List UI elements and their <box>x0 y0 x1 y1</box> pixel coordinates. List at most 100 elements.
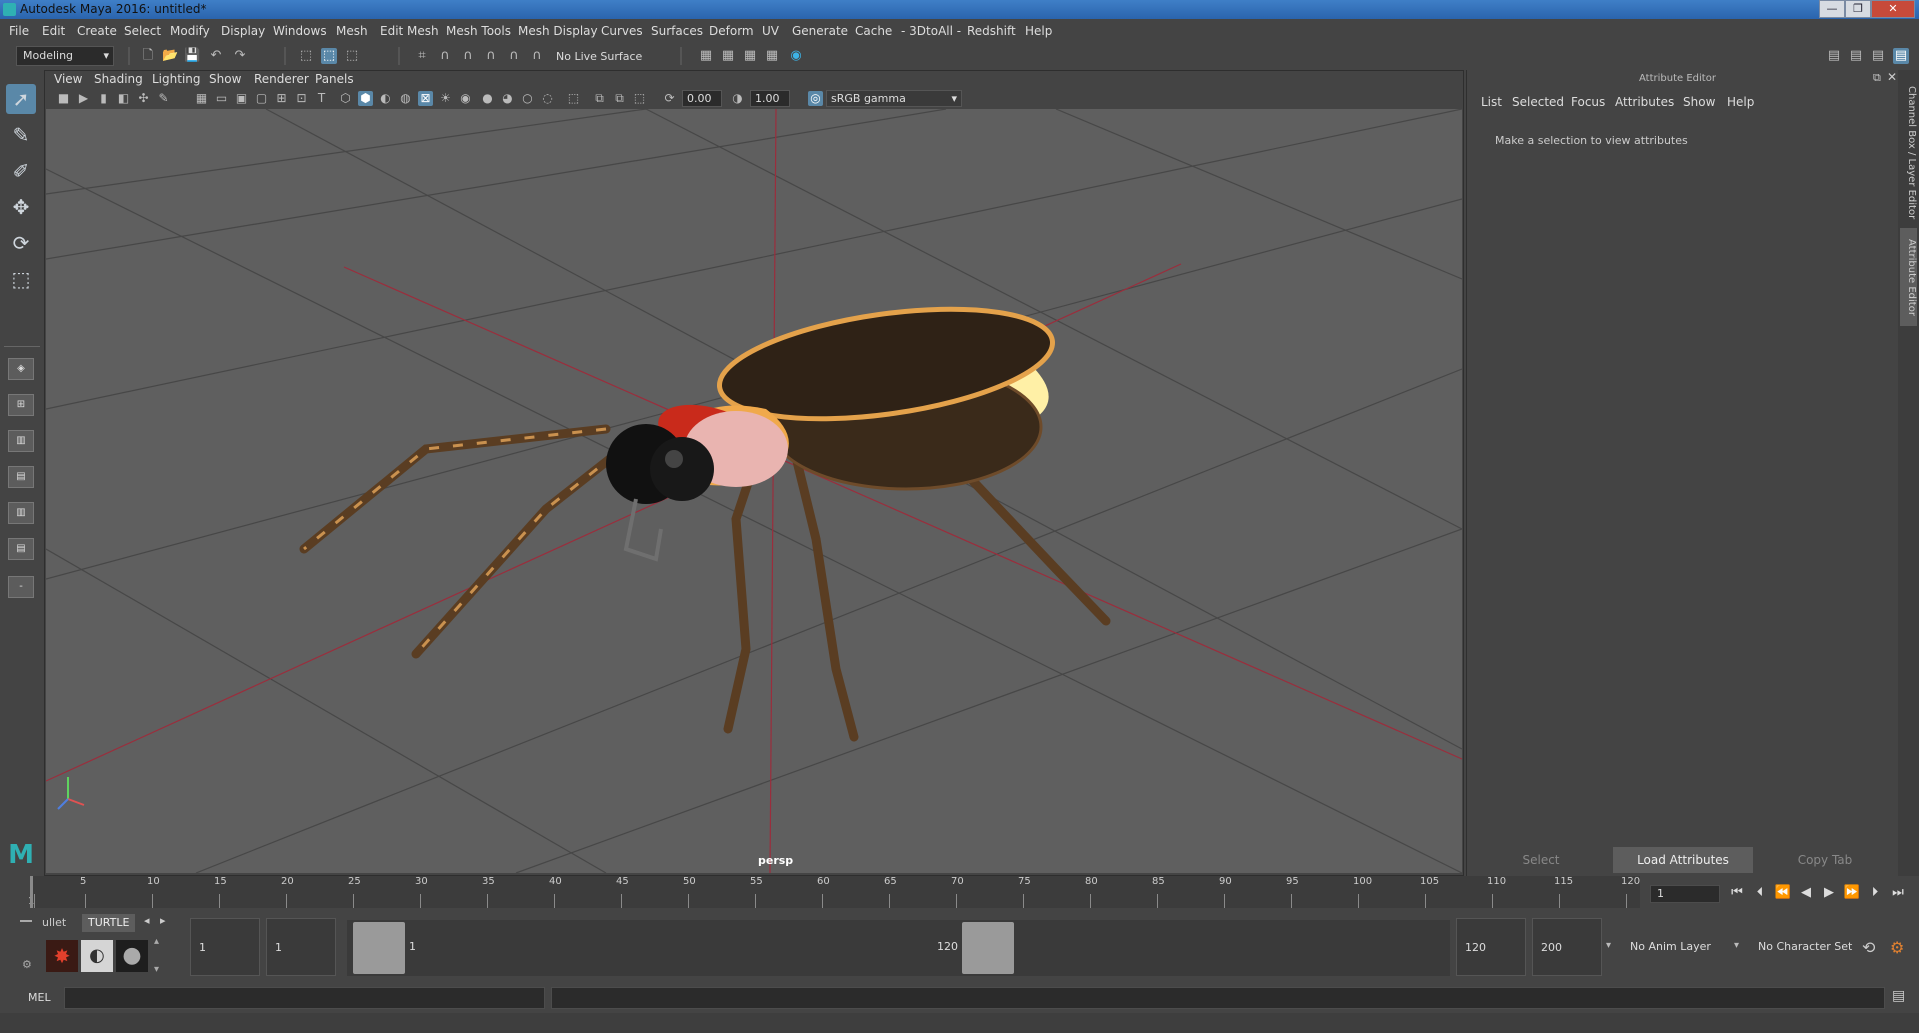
paint-select-tool-icon[interactable]: ✐ <box>6 156 36 186</box>
menu-mesh[interactable]: Mesh <box>336 24 368 38</box>
menu-mesh-tools[interactable]: Mesh Tools <box>446 24 511 38</box>
render-current-icon[interactable]: ▦ <box>720 48 736 64</box>
turtle-bake-icon[interactable]: ◐ <box>81 940 113 972</box>
ae-menu-focus[interactable]: Focus <box>1571 95 1605 109</box>
channel-box-tab[interactable]: Channel Box / Layer Editor <box>1900 78 1917 228</box>
shelf-tab-bullet[interactable]: ullet <box>36 914 73 932</box>
script-editor-icon[interactable]: ▤ <box>1892 988 1905 1004</box>
step-back-key-icon[interactable]: ⏪ <box>1774 884 1792 902</box>
anim-layer-dropdown[interactable]: No Anim Layer <box>1622 918 1720 976</box>
grease-pencil-icon[interactable]: ✎ <box>156 91 171 106</box>
menu-help[interactable]: Help <box>1025 24 1052 38</box>
play-backwards-icon[interactable]: ◀ <box>1797 884 1815 902</box>
custom-layout-icon[interactable]: - <box>8 576 34 598</box>
animation-end-field[interactable]: 200 <box>1532 918 1602 976</box>
character-set-dropdown[interactable]: No Character Set <box>1750 918 1866 976</box>
ipr-render-icon[interactable]: ▦ <box>742 48 758 64</box>
select-tool-icon[interactable]: ➚ <box>6 84 36 114</box>
range-start-handle[interactable] <box>353 922 405 974</box>
isolate-select-icon[interactable]: ◌ <box>540 91 555 106</box>
select-component-icon[interactable]: ⬚ <box>344 48 360 64</box>
menu-mesh-display[interactable]: Mesh Display <box>518 24 598 38</box>
modeling-toolkit-icon[interactable]: ▤ <box>1826 48 1842 64</box>
gamma-reset-icon[interactable]: ◑ <box>730 91 745 106</box>
ae-select-button[interactable]: Select <box>1473 847 1609 873</box>
magnet-icon[interactable]: ∩ <box>529 48 545 64</box>
3d-viewport[interactable]: persp <box>46 109 1462 873</box>
field-chart-icon[interactable]: ⊞ <box>274 91 289 106</box>
minimize-button[interactable]: — <box>1819 0 1845 18</box>
close-panel-icon[interactable]: ✕ <box>1887 70 1897 84</box>
vp-menu-lighting[interactable]: Lighting <box>152 72 201 86</box>
turtle-render-icon[interactable]: ✸ <box>46 940 78 972</box>
backface-culling-icon[interactable]: ⬚ <box>632 91 647 106</box>
shelf-down-icon[interactable]: ▾ <box>154 964 159 975</box>
depth-of-field-icon[interactable]: ○ <box>520 91 535 106</box>
persp-graph-layout-icon[interactable]: ▤ <box>8 466 34 488</box>
playback-start-field[interactable]: 1 <box>266 918 336 976</box>
channel-box-toggle-icon[interactable]: ▤ <box>1893 48 1909 64</box>
snap-curve-icon[interactable]: ∩ <box>437 48 453 64</box>
step-forward-frame-icon[interactable]: ⏵ <box>1866 884 1884 902</box>
snap-grid-icon[interactable]: ⌗ <box>414 48 430 64</box>
save-scene-icon[interactable]: 💾 <box>184 48 200 64</box>
menu-uv[interactable]: UV <box>762 24 779 38</box>
bookmark-icon[interactable]: ▮ <box>96 91 111 106</box>
undo-icon[interactable]: ↶ <box>208 48 224 64</box>
ae-menu-list[interactable]: List <box>1481 95 1502 109</box>
camera-attributes-icon[interactable]: ▶ <box>76 91 91 106</box>
menuset-dropdown[interactable]: Modeling ▾ <box>16 46 114 66</box>
go-to-end-icon[interactable]: ⏭ <box>1889 884 1907 902</box>
gate-mask-icon[interactable]: ▢ <box>254 91 269 106</box>
vp-menu-renderer[interactable]: Renderer <box>254 72 309 86</box>
screen-space-ao-icon[interactable]: ◉ <box>458 91 473 106</box>
vp-menu-show[interactable]: Show <box>209 72 241 86</box>
shelf-scroll-right-icon[interactable]: ▸ <box>160 914 166 927</box>
play-forwards-icon[interactable]: ▶ <box>1820 884 1838 902</box>
shelf-tab-turtle[interactable]: TURTLE <box>82 914 136 932</box>
menu-edit-mesh[interactable]: Edit Mesh <box>380 24 439 38</box>
menu-edit[interactable]: Edit <box>42 24 65 38</box>
menu-modify[interactable]: Modify <box>170 24 210 38</box>
redo-icon[interactable]: ↷ <box>232 48 248 64</box>
chevron-down-icon[interactable]: ▾ <box>1606 940 1611 951</box>
command-input[interactable] <box>64 987 545 1009</box>
float-panel-icon[interactable]: ⧉ <box>1873 71 1881 85</box>
menu-windows[interactable]: Windows <box>273 24 327 38</box>
range-slider-track[interactable]: 1 120 <box>347 920 1450 976</box>
single-perspective-layout-icon[interactable]: ◈ <box>8 358 34 380</box>
scale-tool-icon[interactable]: ⬚ <box>6 264 36 294</box>
xray-components-icon[interactable]: ⧉ <box>612 91 627 106</box>
playback-end-field[interactable]: 120 <box>1456 918 1526 976</box>
animation-start-field[interactable]: 1 <box>190 918 260 976</box>
shelf-settings-icon[interactable]: ⚙ <box>22 958 32 971</box>
menu-redshift[interactable]: Redshift <box>967 24 1016 38</box>
current-frame-field[interactable]: 1 <box>1650 885 1720 903</box>
rotate-tool-icon[interactable]: ⟳ <box>6 228 36 258</box>
render-settings-icon[interactable]: ▦ <box>764 48 780 64</box>
menu-cache[interactable]: Cache <box>855 24 892 38</box>
step-back-frame-icon[interactable]: ⏴ <box>1751 884 1769 902</box>
xray-joints-icon[interactable]: ⧉ <box>592 91 607 106</box>
vp-menu-panels[interactable]: Panels <box>315 72 354 86</box>
auto-key-icon[interactable]: ⟲ <box>1862 938 1875 957</box>
ae-copy-tab-button[interactable]: Copy Tab <box>1757 847 1893 873</box>
select-object-icon[interactable]: ⬚ <box>321 48 337 64</box>
tool-settings-icon[interactable]: ▤ <box>1870 48 1886 64</box>
shelf-up-icon[interactable]: ▴ <box>154 936 159 947</box>
command-language-label[interactable]: MEL <box>28 991 51 1004</box>
step-forward-key-icon[interactable]: ⏩ <box>1843 884 1861 902</box>
four-view-layout-icon[interactable]: ⊞ <box>8 394 34 416</box>
exposure-field[interactable]: 0.00 <box>682 90 722 107</box>
camera-select-icon[interactable]: ■ <box>56 91 71 106</box>
hypershade-layout-icon[interactable]: ▤ <box>8 538 34 560</box>
xray-icon[interactable]: ⬚ <box>566 91 581 106</box>
render-view-icon[interactable]: ▦ <box>698 48 714 64</box>
menu-deform[interactable]: Deform <box>709 24 754 38</box>
move-tool-icon[interactable]: ✥ <box>6 192 36 222</box>
snap-view-icon[interactable]: ∩ <box>483 48 499 64</box>
menu-3dtoall[interactable]: - 3DtoAll - <box>901 24 961 38</box>
vp-menu-shading[interactable]: Shading <box>94 72 143 86</box>
chevron-down-icon[interactable]: ▾ <box>1734 940 1739 951</box>
exposure-reset-icon[interactable]: ⟳ <box>662 91 677 106</box>
